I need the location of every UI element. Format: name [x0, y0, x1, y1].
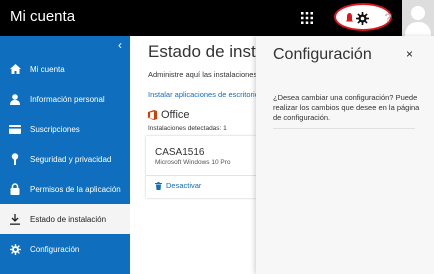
sidebar-item-informacion-personal[interactable]: Información personal	[0, 84, 130, 114]
office-logo-icon	[148, 110, 157, 120]
sidebar-item-suscripciones[interactable]: Suscripciones	[0, 114, 130, 144]
sidebar-item-label: Permisos de la aplicación	[30, 184, 121, 194]
close-panel-button[interactable]: ×	[406, 47, 413, 61]
sidebar-item-permisos[interactable]: Permisos de la aplicación	[0, 174, 130, 204]
trash-icon	[155, 181, 162, 190]
panel-title: Configuración	[273, 46, 372, 63]
install-apps-link[interactable]: Instalar aplicaciones de escritorio	[148, 90, 256, 99]
settings-panel: Configuración × ¿Desea cambiar una confi…	[256, 36, 434, 274]
installations-count: Instalaciones detectadas: 1	[148, 125, 227, 132]
sidebar-item-label: Mi cuenta	[30, 64, 65, 74]
main-content: Estado de instalación Administre aquí la…	[130, 36, 256, 274]
sidebar-item-seguridad[interactable]: Seguridad y privacidad	[0, 144, 130, 174]
app-title: Mi cuenta	[10, 8, 76, 25]
settings-button[interactable]	[350, 0, 374, 36]
sidebar-item-label: Suscripciones	[30, 124, 80, 134]
download-icon	[0, 213, 30, 225]
page-title: Estado de instalación	[148, 42, 256, 61]
app-launcher-button[interactable]	[291, 0, 323, 36]
key-icon	[0, 153, 30, 165]
collapse-sidebar-button[interactable]: ‹	[118, 38, 122, 52]
card-icon	[0, 124, 30, 134]
device-os: Microsoft Windows 10 Pro	[155, 159, 231, 166]
sidebar-item-label: Configuración	[30, 244, 80, 254]
sidebar-item-label: Estado de instalación	[30, 214, 107, 224]
user-avatar-icon	[405, 6, 431, 36]
gear-icon	[355, 11, 369, 25]
panel-description: ¿Desea cambiar una configuración? Puede …	[273, 93, 420, 122]
device-card: CASA1516 Microsoft Windows 10 Pro Desact…	[146, 136, 256, 198]
avatar[interactable]	[402, 0, 434, 36]
sidebar-item-label: Información personal	[30, 94, 105, 104]
office-product-header: Office	[148, 109, 190, 121]
deactivate-button[interactable]: Desactivar	[155, 181, 201, 190]
page-subtitle: Administre aquí las instalaciones	[148, 70, 256, 79]
product-name: Office	[161, 109, 190, 121]
sidebar: ‹ Mi cuenta Información personal Suscrip…	[0, 36, 130, 274]
deactivate-label: Desactivar	[166, 181, 202, 190]
help-button[interactable]: ?	[378, 0, 398, 36]
gear-icon	[0, 243, 30, 255]
sidebar-item-mi-cuenta[interactable]: Mi cuenta	[0, 54, 130, 84]
sidebar-item-configuracion[interactable]: Configuración	[0, 234, 130, 264]
device-name: CASA1516	[155, 147, 205, 158]
sidebar-item-estado-instalacion[interactable]: Estado de instalación	[0, 204, 130, 234]
home-icon	[0, 64, 30, 74]
card-divider	[146, 175, 256, 176]
lock-icon	[0, 183, 30, 195]
top-bar: Mi cuenta ?	[0, 0, 434, 36]
sidebar-item-label: Seguridad y privacidad	[30, 154, 112, 164]
person-icon	[0, 93, 30, 105]
panel-divider	[273, 128, 415, 129]
waffle-icon	[301, 12, 313, 24]
